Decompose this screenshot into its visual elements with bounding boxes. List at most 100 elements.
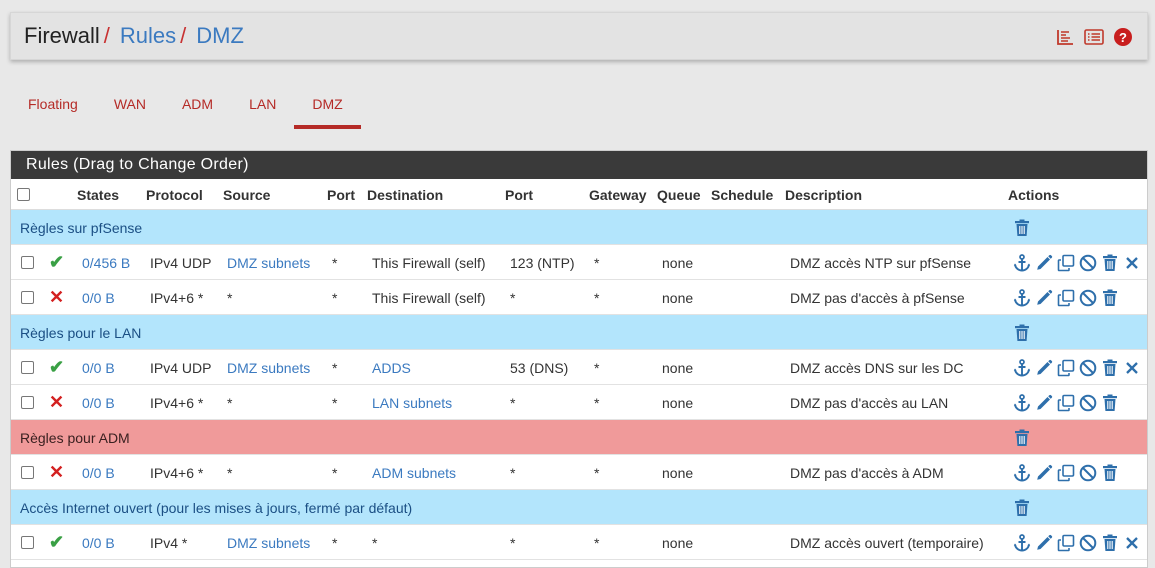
tab-lan[interactable]: LAN [231,88,294,129]
separator-row[interactable]: Règles sur pfSense [11,210,1147,245]
select-all-checkbox[interactable] [17,179,30,210]
anchor-icon[interactable] [1012,393,1031,412]
copy-icon[interactable] [1056,463,1075,482]
states-link[interactable]: 0/456 B [82,245,130,280]
breadcrumb-dmz[interactable]: DMZ [196,23,244,49]
rule-checkbox[interactable] [21,455,34,490]
copy-icon[interactable] [1056,533,1075,552]
copy-icon[interactable] [1056,288,1075,307]
copy-icon[interactable] [1056,393,1075,412]
trash-icon[interactable] [1100,288,1119,307]
delete-x-icon[interactable] [1122,253,1141,272]
rule-dest-port: 123 (NTP) [510,254,575,271]
tab-wan[interactable]: WAN [96,88,164,129]
trash-icon[interactable] [1100,533,1119,552]
checkbox-box[interactable] [21,466,34,479]
rule-dest-port: * [510,534,516,551]
trash-icon[interactable] [1100,463,1119,482]
tab-adm[interactable]: ADM [164,88,231,129]
anchor-icon[interactable] [1012,533,1031,552]
delete-separator-button[interactable] [1012,210,1031,245]
rule-source: * [227,464,233,481]
anchor-icon[interactable] [1012,288,1031,307]
rule-destination: * [372,534,378,551]
anchor-icon[interactable] [1012,253,1031,272]
trash-icon[interactable] [1012,323,1031,342]
separator-row[interactable]: Règles pour le LAN [11,315,1147,350]
checkbox-box[interactable] [21,536,34,549]
anchor-icon[interactable] [1012,463,1031,482]
edit-pencil-icon[interactable] [1034,533,1053,552]
states-link[interactable]: 0/0 B [82,455,115,490]
disable-ban-icon[interactable] [1078,358,1097,377]
breadcrumb-rules[interactable]: Rules [120,23,176,49]
disable-ban-icon[interactable] [1078,288,1097,307]
separator-row[interactable]: Accès Internet ouvert (pour les mises à … [11,490,1147,525]
states-link[interactable]: 0/0 B [82,385,115,420]
rule-destination[interactable]: ADM subnets [372,455,456,490]
edit-pencil-icon[interactable] [1034,358,1053,377]
trash-icon[interactable] [1100,253,1119,272]
checkbox-box[interactable] [21,396,34,409]
states-link[interactable]: 0/0 B [82,350,115,385]
delete-x-icon[interactable] [1122,358,1141,377]
edit-pencil-icon[interactable] [1034,253,1053,272]
rule-checkbox[interactable] [21,525,34,560]
rule-source[interactable]: DMZ subnets [227,525,310,560]
rule-checkbox[interactable] [21,350,34,385]
rule-checkbox[interactable] [21,245,34,280]
trash-icon[interactable] [1100,393,1119,412]
trash-icon[interactable] [1100,358,1119,377]
col-schedule: Schedule [711,186,774,203]
copy-icon[interactable] [1056,358,1075,377]
checkbox-box[interactable] [21,361,34,374]
rule-checkbox[interactable] [21,385,34,420]
pass-check-icon: ✔ [49,532,65,552]
rule-queue: none [662,359,694,376]
rule-row[interactable]: ✔ 0/456 B IPv4 UDP DMZ subnets * This Fi… [11,245,1147,280]
delete-x-icon[interactable] [1122,533,1141,552]
breadcrumb-firewall[interactable]: Firewall [24,23,100,49]
disable-ban-icon[interactable] [1078,463,1097,482]
rule-checkbox[interactable] [21,280,34,315]
rule-gateway: * [594,254,600,271]
checkbox-box[interactable] [21,291,34,304]
rule-gateway: * [594,534,600,551]
checkbox-box[interactable] [17,188,30,201]
tab-floating[interactable]: Floating [10,88,96,129]
rule-source[interactable]: DMZ subnets [227,245,310,280]
delete-separator-button[interactable] [1012,315,1031,350]
rule-row[interactable]: ✔ 0/0 B IPv4 * DMZ subnets * * * * none … [11,525,1147,560]
anchor-icon[interactable] [1012,358,1031,377]
chart-icon[interactable] [1055,27,1075,47]
delete-separator-button[interactable] [1012,420,1031,455]
list-icon[interactable] [1084,27,1104,47]
edit-pencil-icon[interactable] [1034,463,1053,482]
edit-pencil-icon[interactable] [1034,288,1053,307]
rule-row[interactable]: ✔ 0/0 B IPv4 UDP DMZ subnets * ADDS 53 (… [11,350,1147,385]
rule-gateway: * [594,394,600,411]
trash-icon[interactable] [1012,428,1031,447]
separator-row[interactable]: Règles pour ADM [11,420,1147,455]
rule-actions [1012,455,1119,490]
rule-destination[interactable]: ADDS [372,350,411,385]
tab-dmz[interactable]: DMZ [294,88,361,129]
rule-row[interactable]: ✕ 0/0 B IPv4+6 * * * LAN subnets * * non… [11,385,1147,420]
disable-ban-icon[interactable] [1078,393,1097,412]
trash-icon[interactable] [1012,498,1031,517]
states-link[interactable]: 0/0 B [82,280,115,315]
col-port: Port [327,186,355,203]
rule-source[interactable]: DMZ subnets [227,350,310,385]
disable-ban-icon[interactable] [1078,253,1097,272]
disable-ban-icon[interactable] [1078,533,1097,552]
states-link[interactable]: 0/0 B [82,525,115,560]
trash-icon[interactable] [1012,218,1031,237]
edit-pencil-icon[interactable] [1034,393,1053,412]
rule-row[interactable]: ✕ 0/0 B IPv4+6 * * * ADM subnets * * non… [11,455,1147,490]
copy-icon[interactable] [1056,253,1075,272]
rule-row[interactable]: ✕ 0/0 B IPv4+6 * * * This Firewall (self… [11,280,1147,315]
help-icon[interactable]: ? [1113,27,1133,47]
rule-destination[interactable]: LAN subnets [372,385,452,420]
checkbox-box[interactable] [21,256,34,269]
delete-separator-button[interactable] [1012,490,1031,525]
